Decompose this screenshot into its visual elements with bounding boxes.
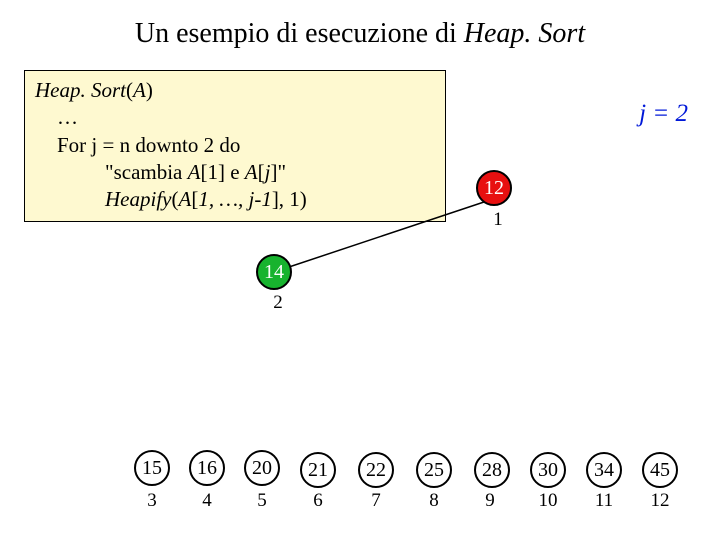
code-line-1: Heap. Sort(A) (35, 78, 153, 102)
tree-node-1: 12 (476, 170, 512, 206)
sorted-node-10: 30 (530, 452, 566, 488)
code-box: Heap. Sort(A) … For j = n downto 2 do "s… (24, 70, 446, 222)
sorted-index-11: 11 (590, 490, 618, 512)
sorted-node-4: 16 (189, 450, 225, 486)
sorted-node-9: 28 (474, 452, 510, 488)
sorted-index-8: 8 (424, 490, 444, 512)
tree-index-2: 2 (268, 292, 288, 314)
sorted-node-7: 22 (358, 452, 394, 488)
tree-node-2: 14 (256, 254, 292, 290)
sorted-index-6: 6 (308, 490, 328, 512)
j-label: j = 2 (639, 100, 688, 128)
code-line-4: "scambia A[1] e A[j]" (35, 159, 435, 186)
sorted-index-10: 10 (534, 490, 562, 512)
code-line-2: … (35, 104, 435, 131)
code-line-3: For j = n downto 2 do (35, 132, 435, 159)
tree-index-1: 1 (488, 209, 508, 231)
sorted-index-4: 4 (197, 490, 217, 512)
page-title: Un esempio di esecuzione di Heap. Sort (0, 18, 720, 50)
sorted-node-6: 21 (300, 452, 336, 488)
sorted-node-8: 25 (416, 452, 452, 488)
title-text: Un esempio di esecuzione di (135, 18, 464, 49)
sorted-node-5: 20 (244, 450, 280, 486)
sorted-index-5: 5 (252, 490, 272, 512)
sorted-node-3: 15 (134, 450, 170, 486)
sorted-index-3: 3 (142, 490, 162, 512)
sorted-index-9: 9 (480, 490, 500, 512)
code-line-5: Heapify(A[1, …, j-1], 1) (35, 186, 435, 213)
sorted-node-11: 34 (586, 452, 622, 488)
sorted-node-12: 45 (642, 452, 678, 488)
sorted-index-12: 12 (646, 490, 674, 512)
sorted-index-7: 7 (366, 490, 386, 512)
title-alg: Heap. Sort (464, 18, 585, 49)
